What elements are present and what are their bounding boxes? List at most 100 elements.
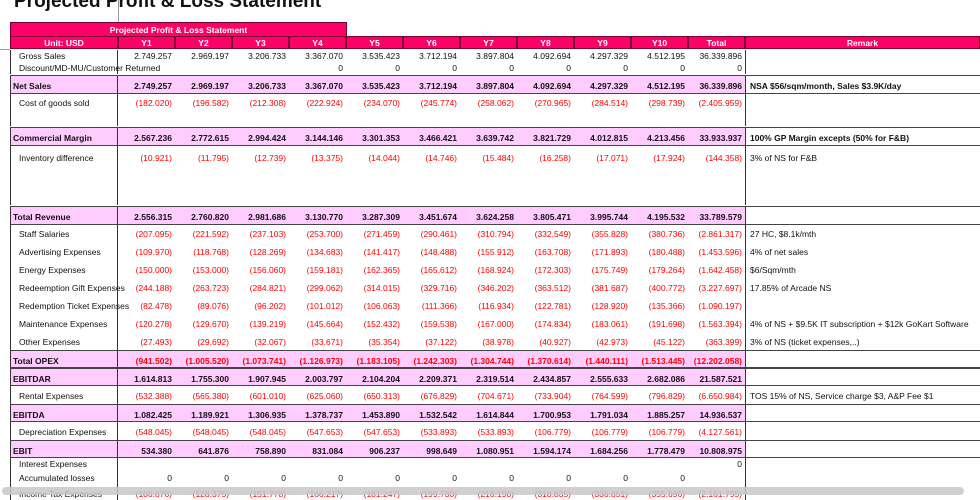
- value-cell[interactable]: (547.653): [289, 422, 346, 440]
- total-cell[interactable]: (2.405.959): [688, 93, 745, 126]
- value-cell[interactable]: [232, 458, 289, 471]
- remark-cell[interactable]: [745, 351, 980, 367]
- value-cell[interactable]: 3.451.674: [403, 207, 460, 224]
- value-cell[interactable]: (207.095): [118, 224, 175, 242]
- value-cell[interactable]: (650.313): [346, 386, 403, 404]
- value-cell[interactable]: 1.684.256: [574, 441, 631, 457]
- value-cell[interactable]: (13.375): [289, 146, 346, 205]
- value-cell[interactable]: (89.076): [175, 296, 232, 314]
- value-cell[interactable]: 1.614.844: [460, 405, 517, 421]
- value-cell[interactable]: (284.821): [232, 278, 289, 296]
- value-cell[interactable]: (134.683): [289, 242, 346, 260]
- year-header-y2[interactable]: Y2: [175, 36, 232, 49]
- value-cell[interactable]: (1.440.111): [574, 351, 631, 367]
- value-cell[interactable]: (139.219): [232, 314, 289, 332]
- value-cell[interactable]: (42.973): [574, 332, 631, 350]
- value-cell[interactable]: (156.060): [232, 260, 289, 278]
- value-cell[interactable]: (159.181): [289, 260, 346, 278]
- value-cell[interactable]: (106.063): [346, 296, 403, 314]
- value-cell[interactable]: 998.649: [403, 441, 460, 457]
- value-cell[interactable]: (1.370.614): [517, 351, 574, 367]
- value-cell[interactable]: 0: [346, 471, 403, 486]
- value-cell[interactable]: [232, 62, 289, 74]
- value-cell[interactable]: (172.303): [517, 260, 574, 278]
- value-cell[interactable]: 2.209.371: [403, 369, 460, 385]
- value-cell[interactable]: (128.269): [232, 242, 289, 260]
- row-label[interactable]: Maintenance Expenses: [10, 314, 118, 332]
- value-cell[interactable]: 2.760.820: [175, 207, 232, 224]
- value-cell[interactable]: (10.921): [118, 146, 175, 205]
- row-label[interactable]: EBITDAR: [10, 369, 118, 385]
- row-label[interactable]: Discount/MD-MU/Customer Returned: [10, 62, 160, 74]
- value-cell[interactable]: 3.130.770: [289, 207, 346, 224]
- value-cell[interactable]: 3.712.194: [403, 76, 460, 93]
- value-cell[interactable]: 2.556.315: [118, 207, 175, 224]
- value-cell[interactable]: 4.213.456: [631, 128, 688, 145]
- value-cell[interactable]: (45.122): [631, 332, 688, 350]
- value-cell[interactable]: (565.380): [175, 386, 232, 404]
- value-cell[interactable]: (152.432): [346, 314, 403, 332]
- value-cell[interactable]: (733.904): [517, 386, 574, 404]
- row-label[interactable]: Commercial Margin: [10, 128, 118, 145]
- value-cell[interactable]: (234.070): [346, 93, 403, 126]
- value-cell[interactable]: (346.202): [460, 278, 517, 296]
- total-cell[interactable]: (6.650.984): [688, 386, 745, 404]
- value-cell[interactable]: 3.805.471: [517, 207, 574, 224]
- value-cell[interactable]: (148.488): [403, 242, 460, 260]
- value-cell[interactable]: 1.907.945: [232, 369, 289, 385]
- value-cell[interactable]: (532.388): [118, 386, 175, 404]
- horizontal-scrollbar[interactable]: [2, 487, 964, 495]
- value-cell[interactable]: 1.885.257: [631, 405, 688, 421]
- value-cell[interactable]: 3.535.423: [346, 76, 403, 93]
- value-cell[interactable]: 1.532.542: [403, 405, 460, 421]
- value-cell[interactable]: (533.893): [460, 422, 517, 440]
- value-cell[interactable]: (676.829): [403, 386, 460, 404]
- value-cell[interactable]: 2.981.686: [232, 207, 289, 224]
- value-cell[interactable]: (245.774): [403, 93, 460, 126]
- value-cell[interactable]: 906.237: [346, 441, 403, 457]
- value-cell[interactable]: 1.614.813: [118, 369, 175, 385]
- value-cell[interactable]: [289, 458, 346, 471]
- value-cell[interactable]: 2.104.204: [346, 369, 403, 385]
- value-cell[interactable]: 4.092.694: [517, 50, 574, 62]
- value-cell[interactable]: (175.749): [574, 260, 631, 278]
- remark-cell[interactable]: [745, 207, 980, 224]
- value-cell[interactable]: 3.206.733: [232, 50, 289, 62]
- value-cell[interactable]: (16.258): [517, 146, 574, 205]
- year-header-y8[interactable]: Y8: [517, 36, 574, 49]
- value-cell[interactable]: (15.484): [460, 146, 517, 205]
- value-cell[interactable]: (310.794): [460, 224, 517, 242]
- remark-cell[interactable]: [745, 50, 980, 62]
- remark-cell[interactable]: [745, 441, 980, 457]
- total-cell[interactable]: 36.339.896: [688, 50, 745, 62]
- value-cell[interactable]: (1.183.105): [346, 351, 403, 367]
- row-label[interactable]: Interest Expenses: [10, 458, 118, 471]
- remark-cell[interactable]: [745, 93, 980, 126]
- total-cell[interactable]: (144.358): [688, 146, 745, 205]
- value-cell[interactable]: 0: [346, 62, 403, 74]
- value-cell[interactable]: [118, 62, 175, 74]
- value-cell[interactable]: (270.965): [517, 93, 574, 126]
- value-cell[interactable]: 3.287.309: [346, 207, 403, 224]
- value-cell[interactable]: (17.924): [631, 146, 688, 205]
- value-cell[interactable]: (182.020): [118, 93, 175, 126]
- row-label[interactable]: Net Sales: [10, 76, 118, 93]
- row-label[interactable]: Redeemption Gift Expenses: [10, 278, 125, 296]
- value-cell[interactable]: [346, 458, 403, 471]
- value-cell[interactable]: 1.755.300: [175, 369, 232, 385]
- row-label[interactable]: Other Expenses: [10, 332, 118, 350]
- value-cell[interactable]: (33.671): [289, 332, 346, 350]
- remark-cell[interactable]: TOS 15% of NS, Service charge $3, A&P Fe…: [745, 386, 980, 404]
- value-cell[interactable]: (380.736): [631, 224, 688, 242]
- remark-cell[interactable]: [745, 62, 980, 74]
- value-cell[interactable]: 4.297.329: [574, 76, 631, 93]
- value-cell[interactable]: (11.795): [175, 146, 232, 205]
- total-cell[interactable]: (1.453.596): [688, 242, 745, 260]
- remark-cell[interactable]: NSA $56/sqm/month, Sales $3.9K/day: [745, 76, 980, 93]
- value-cell[interactable]: 3.144.146: [289, 128, 346, 145]
- value-cell[interactable]: (40.927): [517, 332, 574, 350]
- value-cell[interactable]: 0: [517, 471, 574, 486]
- total-cell[interactable]: 36.339.896: [688, 76, 745, 93]
- value-cell[interactable]: 4.297.329: [574, 50, 631, 62]
- value-cell[interactable]: (263.723): [175, 278, 232, 296]
